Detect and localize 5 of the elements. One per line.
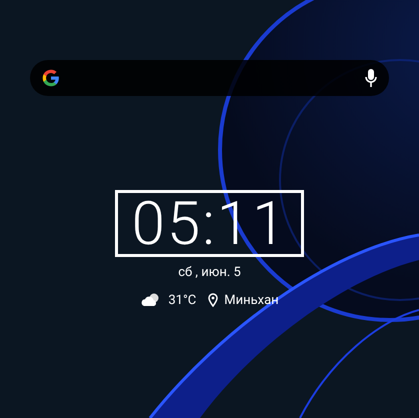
microphone-icon[interactable] [365,69,377,87]
date-text: сб , июн. 5 [178,264,241,282]
location-pin-icon [208,293,218,308]
google-logo-icon [42,69,60,87]
temperature-text: 31°C [168,292,196,310]
